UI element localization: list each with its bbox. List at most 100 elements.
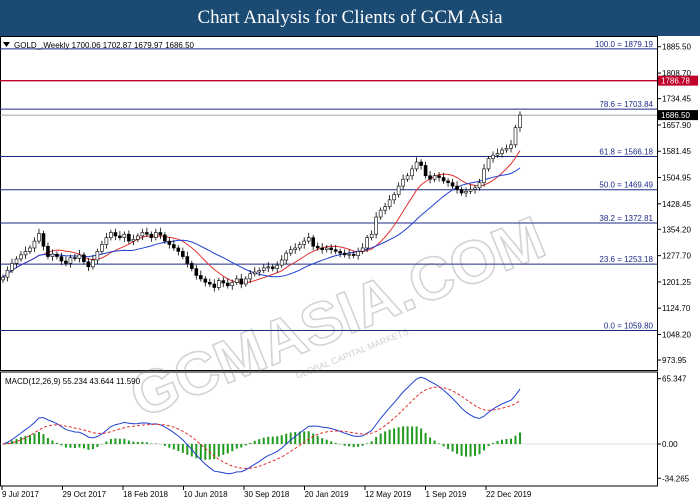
grid-layer (0, 36, 658, 487)
time-tick-label: 9 Jul 2017 (2, 490, 39, 499)
candle-up (396, 185, 401, 195)
candle-down (338, 251, 342, 254)
price-tick-label: 1808.70 (662, 69, 691, 78)
candle-up (383, 206, 387, 211)
candle-down (181, 251, 185, 257)
candle-up (279, 259, 284, 266)
watermark: GCMASIA.COM GLOBAL CAPITAL MARKETS (120, 203, 555, 432)
candle-down (311, 237, 316, 247)
page-title: Chart Analysis for Clients of GCM Asia (0, 0, 700, 36)
time-tick-label: 18 Feb 2018 (123, 490, 168, 499)
candle-down (185, 256, 190, 264)
candle-up (500, 149, 504, 154)
candle-up (19, 254, 23, 260)
candle-up (28, 247, 32, 252)
macd-panel-frame (0, 371, 658, 487)
candle-down (113, 232, 118, 237)
candle-down (190, 263, 194, 269)
price-tick-label: 1885.50 (662, 43, 691, 52)
candle-up (104, 237, 109, 245)
fib-level-label: 78.6 = 1703.84 (599, 100, 653, 109)
candle-down (55, 253, 59, 257)
candle-up (32, 240, 37, 249)
candle-up (468, 189, 473, 192)
candle-up (266, 266, 271, 269)
candle-down (176, 247, 181, 252)
candle-up (100, 244, 104, 252)
time-axis: 9 Jul 2017 29 Oct 2017 18 Feb 2018 10 Jun 2… (1, 486, 532, 499)
candle-down (167, 240, 172, 245)
fib-level-label: 61.8 = 1566.18 (599, 147, 653, 156)
candle-down (441, 177, 446, 182)
candle-down (163, 234, 167, 242)
candle-down (437, 175, 441, 178)
candle-down (46, 245, 50, 257)
candle-up (37, 233, 41, 242)
candle-down (41, 233, 46, 247)
macd-tick-label: 65.347 (662, 375, 687, 384)
candle-down (225, 282, 230, 287)
price-tick-label: 1734.45 (662, 95, 691, 104)
price-tick-label: 1124.70 (662, 304, 691, 313)
candle-down (446, 180, 450, 183)
candle-up (324, 247, 329, 250)
candle-down (127, 233, 131, 242)
candle-up (473, 187, 477, 190)
candle-up (297, 244, 302, 249)
candle-down (73, 257, 77, 259)
candle-up (401, 178, 405, 187)
candle-up (356, 251, 360, 256)
time-tick-label: 20 Jan 2019 (305, 490, 350, 499)
candle-up (387, 199, 392, 208)
candle-down (149, 233, 154, 238)
chart-menu-icon[interactable] (3, 42, 10, 47)
price-tick-label: 1048.20 (662, 331, 691, 340)
candle-up (131, 239, 136, 242)
time-tick-label: 12 May 2019 (365, 490, 412, 499)
candle-up (306, 237, 311, 242)
candle-down (342, 252, 347, 256)
price-tick-label: 1277.70 (662, 252, 691, 261)
candle-down (64, 260, 68, 264)
time-tick-label: 1 Sep 2019 (426, 490, 467, 499)
candle-down (145, 232, 149, 235)
candle-down (428, 175, 432, 180)
candle-up (252, 271, 257, 275)
candle-up (284, 252, 289, 261)
candle-up (360, 247, 365, 252)
fib-level-label: 50.0 = 1469.49 (599, 181, 653, 190)
candle-up (154, 232, 158, 238)
candle-up (509, 144, 513, 149)
time-tick-label: 29 Oct 2017 (63, 490, 107, 499)
time-tick-label: 10 Jun 2018 (184, 490, 229, 499)
fib-level-label: 23.6 = 1253.18 (599, 255, 653, 264)
price-tick-label: 1428.45 (662, 200, 691, 209)
candle-up (5, 270, 10, 278)
macd-tick-label: 0.00 (662, 440, 678, 449)
candle-down (194, 268, 199, 276)
price-tick-label: 1581.45 (662, 147, 691, 156)
candle-up (410, 168, 414, 177)
candle-up (230, 282, 235, 287)
fib-level-label: 100.0 = 1879.19 (595, 40, 654, 49)
price-tick-label: 1201.25 (662, 278, 691, 287)
price-tick-label: 973.95 (662, 356, 687, 365)
candle-up (14, 258, 19, 264)
candle-up (275, 264, 280, 269)
macd-tick-label: -34.265 (662, 474, 690, 483)
candle-up (414, 161, 419, 170)
price-axis: 1885.50 1808.70 1734.45 1657.90 1581.45 1504.… (657, 43, 691, 365)
price-tick-label: 1504.95 (662, 174, 691, 183)
candle-up (293, 247, 298, 250)
candle-down (118, 235, 122, 238)
candle-down (320, 247, 324, 250)
fib-level-label: 38.2 = 1372.81 (599, 214, 653, 223)
candle-down (199, 275, 203, 280)
candle-up (491, 154, 495, 159)
candle-up (504, 147, 509, 151)
candle-up (261, 267, 266, 271)
candle-up (369, 233, 374, 238)
price-chart[interactable]: 100.0 = 1879.19 78.6 = 1703.84 61.8 = 1566… (0, 36, 700, 500)
candle-up (392, 194, 396, 201)
candle-down (86, 261, 91, 268)
